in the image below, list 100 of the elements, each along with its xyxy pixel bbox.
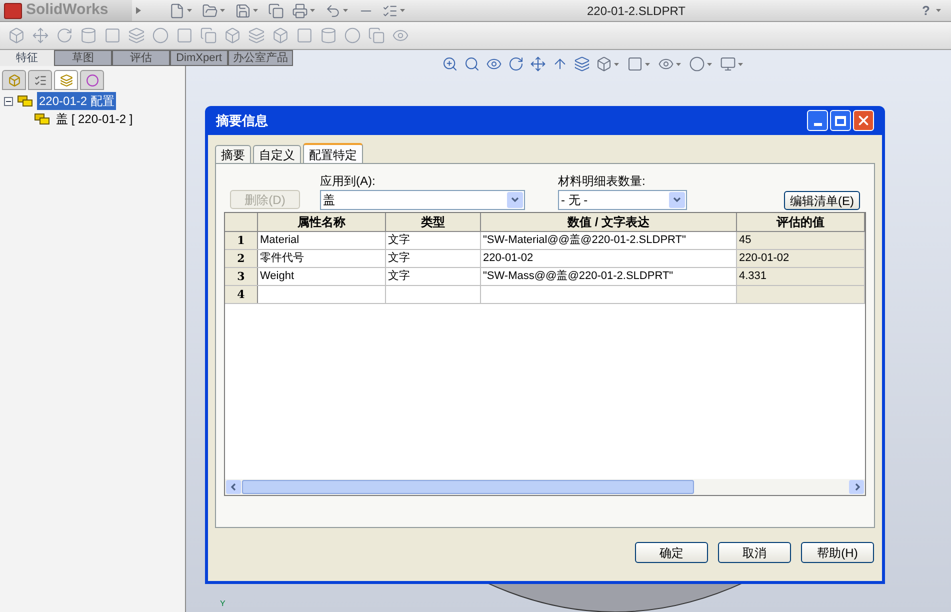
maximize-button[interactable] [830, 110, 851, 131]
document-icon[interactable] [268, 2, 284, 18]
view-tool-icon[interactable] [464, 56, 480, 72]
command-tab[interactable]: 特征 [0, 50, 54, 66]
row-number: 1 [225, 232, 258, 249]
dialog-tab[interactable]: 配置特定 [303, 143, 363, 163]
logo-icon [4, 2, 22, 18]
column-header[interactable]: 属性名称 [258, 213, 386, 231]
hide-show-icon[interactable] [658, 56, 674, 72]
feature-tool-icon[interactable] [128, 27, 145, 44]
table-cell: 4.331 [737, 268, 865, 285]
help-button[interactable]: ? [922, 0, 930, 20]
printer-icon[interactable] [292, 2, 308, 18]
caret-icon[interactable] [310, 9, 315, 12]
column-header[interactable]: 数值 / 文字表达 [481, 213, 737, 231]
feature-tool-icon[interactable] [32, 27, 49, 44]
part-icon [8, 74, 20, 86]
command-tab[interactable]: DimXpert [170, 50, 228, 66]
caret-icon[interactable] [187, 9, 192, 12]
caret-icon[interactable] [220, 9, 225, 12]
command-tab[interactable]: 办公室产品 [228, 50, 293, 66]
dialog-button[interactable]: 帮助(H) [801, 542, 874, 563]
row-number: 3 [225, 268, 258, 285]
table-cell: 45 [737, 232, 865, 249]
configuration-icon [34, 112, 50, 126]
feature-tool-icon[interactable] [8, 27, 25, 44]
table-cell: 220-01-02 [737, 250, 865, 267]
view-tool-icon[interactable] [508, 56, 524, 72]
dialog-tab[interactable]: 摘要 [215, 145, 251, 163]
minimize-button[interactable] [807, 110, 828, 131]
command-tab[interactable]: 草图 [54, 50, 112, 66]
table-cell: 文字 [386, 232, 481, 249]
panel-tab[interactable] [28, 70, 52, 90]
command-tab[interactable]: 评估 [112, 50, 170, 66]
panel-tab[interactable] [2, 70, 26, 90]
feature-tool-icon[interactable] [200, 27, 217, 44]
configuration-icon [17, 94, 33, 108]
bom-quantity-dropdown[interactable]: - 无 - [558, 190, 687, 210]
caret-icon[interactable] [343, 9, 348, 12]
edit-list-button[interactable]: 编辑清单(E) [784, 191, 860, 210]
display-style-icon[interactable] [627, 56, 643, 72]
dialog-button[interactable]: 取消 [718, 542, 791, 563]
feature-tool-icon[interactable] [104, 27, 121, 44]
view-orientation-icon[interactable] [596, 56, 612, 72]
view-tool-icon[interactable] [574, 56, 590, 72]
tree-item[interactable]: 盖 [ 220-01-2 ] [54, 110, 135, 128]
column-header[interactable]: 评估的值 [737, 213, 865, 231]
menu-arrow-icon[interactable] [136, 7, 141, 14]
scroll-left-button[interactable] [226, 480, 241, 494]
feature-tool-icon[interactable] [344, 27, 361, 44]
configuration-icon [60, 74, 72, 86]
scene-icon[interactable] [720, 56, 736, 72]
collapse-toggle[interactable] [4, 96, 13, 106]
feature-tool-icon[interactable] [368, 27, 385, 44]
scroll-right-button[interactable] [849, 480, 864, 494]
feature-tool-icon[interactable] [296, 27, 313, 44]
open-folder-icon[interactable] [202, 2, 218, 18]
table-cell: Material [258, 232, 386, 249]
row-number: 4 [225, 286, 258, 303]
chevron-right-icon [852, 483, 860, 491]
chevron-left-icon [230, 483, 238, 491]
dialog-tab[interactable]: 自定义 [253, 145, 301, 163]
caret-icon[interactable] [936, 9, 941, 12]
view-tool-icon[interactable] [552, 56, 568, 72]
feature-tool-icon[interactable] [152, 27, 169, 44]
feature-tool-icon[interactable] [272, 27, 289, 44]
document-title: 220-01-2.SLDPRT [587, 2, 686, 20]
undo-icon[interactable] [325, 2, 341, 18]
dropdown-arrow-button[interactable] [669, 192, 685, 208]
panel-tab[interactable] [80, 70, 104, 90]
panel-tab[interactable] [54, 70, 78, 90]
view-tool-icon[interactable] [530, 56, 546, 72]
feature-tool-icon[interactable] [176, 27, 193, 44]
view-tool-icon[interactable] [442, 56, 458, 72]
close-icon [856, 113, 871, 128]
field-label: 应用到(A): [320, 173, 376, 190]
view-tool-icon[interactable] [486, 56, 502, 72]
tree-item[interactable]: 220-01-2 配置 [37, 92, 116, 110]
feature-tool-icon[interactable] [320, 27, 337, 44]
column-header[interactable]: 类型 [386, 213, 481, 231]
feature-tool-icon[interactable] [392, 27, 409, 44]
feature-tool-icon[interactable] [224, 27, 241, 44]
close-button[interactable] [853, 110, 874, 131]
table-cell: Weight [258, 268, 386, 285]
apply-to-dropdown[interactable]: 盖 [320, 190, 525, 210]
appearance-icon[interactable] [689, 56, 705, 72]
logo-text: SolidWorks [26, 0, 108, 20]
horizontal-scrollbar[interactable] [225, 479, 865, 495]
property-sheet-icon [34, 74, 46, 86]
feature-tool-icon[interactable] [248, 27, 265, 44]
feature-tool-icon[interactable] [80, 27, 97, 44]
dialog-button[interactable]: 确定 [635, 542, 708, 563]
save-icon[interactable] [235, 2, 251, 18]
dropdown-arrow-button[interactable] [507, 192, 523, 208]
new-file-icon[interactable] [169, 2, 185, 18]
dialog-title: 摘要信息 [216, 112, 268, 130]
caret-icon[interactable] [400, 9, 405, 12]
scrollbar-thumb[interactable] [242, 480, 694, 494]
caret-icon[interactable] [253, 9, 258, 12]
feature-tool-icon[interactable] [56, 27, 73, 44]
